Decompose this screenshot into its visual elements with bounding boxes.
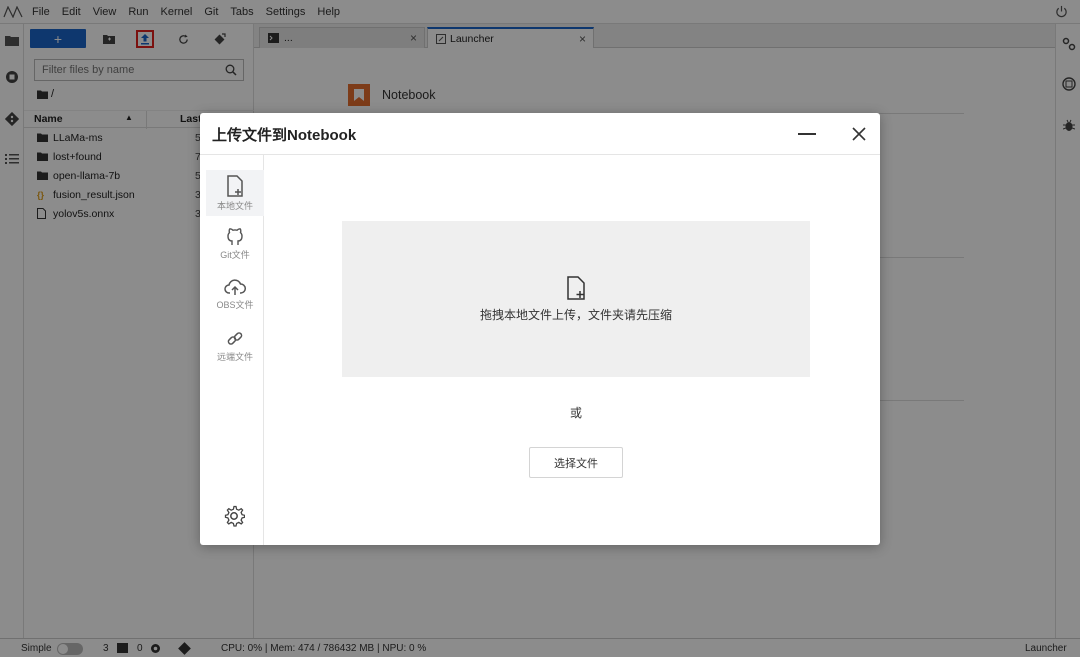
drop-hint: 拖拽本地文件上传，文件夹请先压缩 xyxy=(479,307,672,322)
source-label: 远端文件 xyxy=(216,351,253,362)
source-obs-file[interactable]: OBS文件 xyxy=(206,271,264,317)
file-add-icon xyxy=(567,275,585,300)
source-label: 本地文件 xyxy=(216,200,253,211)
source-remote-file[interactable]: 远端文件 xyxy=(206,323,264,369)
source-label: OBS文件 xyxy=(216,299,254,310)
source-git-file[interactable]: Git文件 xyxy=(206,220,264,266)
file-add-icon xyxy=(227,174,243,197)
link-icon xyxy=(227,331,243,345)
file-drop-zone[interactable]: 拖拽本地文件上传，文件夹请先压缩 xyxy=(342,221,810,377)
choose-file-button[interactable]: 选择文件 xyxy=(529,447,623,478)
dialog-title: 上传文件到Notebook xyxy=(212,127,357,144)
source-label: Git文件 xyxy=(220,249,250,260)
gear-icon[interactable] xyxy=(223,505,245,527)
github-icon xyxy=(227,227,243,245)
minimize-icon[interactable] xyxy=(798,133,816,135)
close-icon[interactable] xyxy=(850,125,868,143)
source-local-file[interactable]: 本地文件 xyxy=(206,170,264,216)
dialog-header: 上传文件到Notebook xyxy=(200,113,880,155)
upload-source-sidebar: 本地文件 Git文件 OBS文件 远端文件 xyxy=(200,155,264,545)
upload-dialog: 上传文件到Notebook 本地文件 Git文件 OBS文件 远端文件 拖拽本地… xyxy=(200,113,880,545)
or-separator: 或 xyxy=(569,406,582,420)
cloud-upload-icon xyxy=(224,278,246,295)
